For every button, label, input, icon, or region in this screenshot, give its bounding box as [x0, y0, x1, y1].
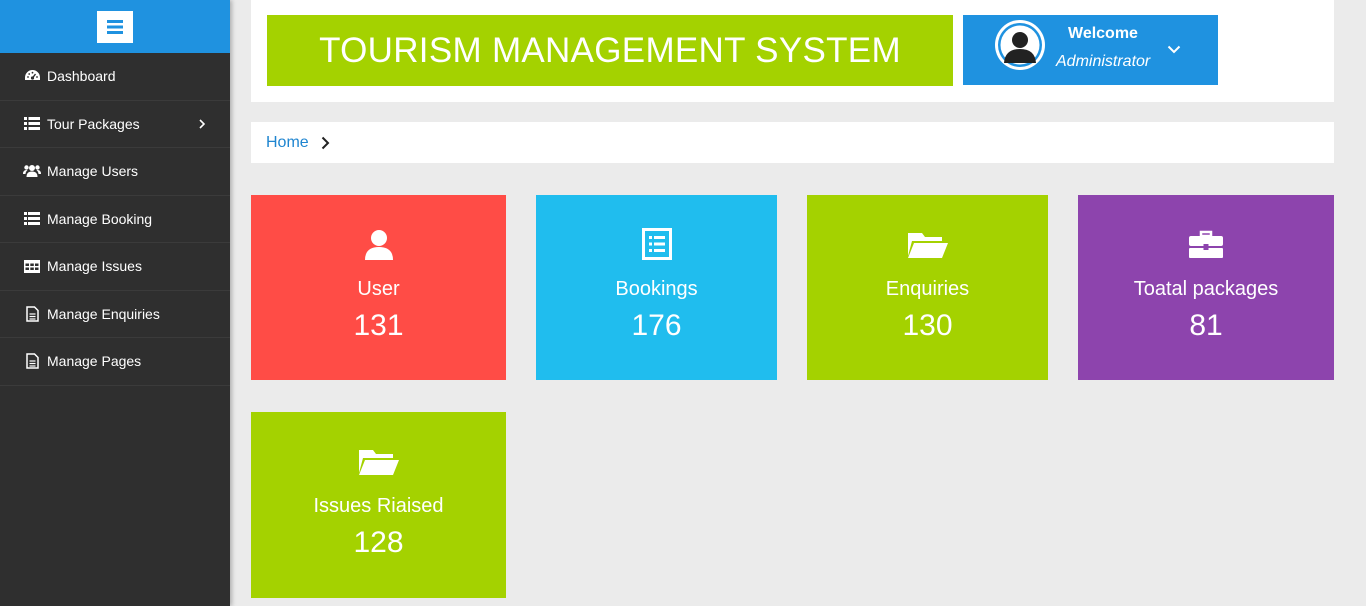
stat-value: 81: [1189, 309, 1223, 342]
sidebar-header: [0, 0, 230, 53]
list-alt-icon: [641, 226, 672, 262]
folder-open-icon: [907, 226, 948, 262]
stat-value: 130: [902, 309, 953, 342]
stat-label: Enquiries: [885, 278, 970, 300]
stat-value: 128: [353, 526, 404, 559]
sidebar-item-label: Manage Booking: [47, 210, 153, 227]
hamburger-icon: [107, 19, 123, 34]
sidebar-item-label: Tour Packages: [47, 115, 140, 132]
stat-card-user[interactable]: User 131: [251, 195, 506, 380]
app-title: TOURISM MANAGEMENT SYSTEM: [267, 15, 953, 86]
stat-card-total-packages[interactable]: Toatal packages 81: [1078, 195, 1334, 380]
chevron-down-icon[interactable]: [1167, 41, 1181, 59]
file-icon: [23, 352, 41, 370]
breadcrumb: Home: [251, 122, 1334, 163]
stat-card-issues-raised[interactable]: Issues Riaised 128: [251, 412, 506, 598]
chevron-right-icon: [321, 136, 330, 150]
sidebar-item-dashboard[interactable]: Dashboard: [0, 53, 230, 101]
file-icon: [23, 305, 41, 323]
sidebar-item-label: Manage Pages: [47, 353, 142, 370]
sidebar-item-tour-packages[interactable]: Tour Packages: [0, 101, 230, 148]
users-icon: [23, 162, 41, 180]
sidebar-item-manage-booking[interactable]: Manage Booking: [0, 196, 230, 243]
avatar: [995, 20, 1045, 70]
dashboard-icon: [23, 67, 41, 85]
sidebar: Dashboard Tour Packages Manage Users Man…: [0, 0, 230, 606]
table-icon: [23, 257, 41, 275]
stat-card-enquiries[interactable]: Enquiries 130: [807, 195, 1048, 380]
folder-open-icon: [358, 443, 399, 479]
welcome-text: Welcome: [1068, 25, 1138, 42]
sidebar-item-label: Manage Issues: [47, 258, 142, 275]
stat-label: Toatal packages: [1133, 278, 1279, 300]
sidebar-item-label: Manage Enquiries: [47, 305, 160, 322]
stat-label: Issues Riaised: [313, 495, 444, 517]
briefcase-icon: [1189, 226, 1223, 262]
sidebar-item-label: Manage Users: [47, 163, 139, 180]
stat-card-bookings[interactable]: Bookings 176: [536, 195, 777, 380]
sidebar-item-manage-issues[interactable]: Manage Issues: [0, 243, 230, 291]
stat-value: 131: [353, 309, 404, 342]
stat-value: 176: [631, 309, 682, 342]
sidebar-item-label: Dashboard: [47, 68, 116, 85]
top-header: TOURISM MANAGEMENT SYSTEM Welcome Admini…: [251, 0, 1334, 102]
user-icon: [363, 226, 395, 262]
sidebar-item-manage-pages[interactable]: Manage Pages: [0, 338, 230, 386]
sidebar-nav: Dashboard Tour Packages Manage Users Man…: [0, 53, 230, 386]
user-role: Administrator: [1056, 53, 1151, 70]
sidebar-item-manage-enquiries[interactable]: Manage Enquiries: [0, 291, 230, 338]
stat-label: Bookings: [615, 278, 698, 300]
user-menu[interactable]: Welcome Administrator: [963, 15, 1218, 85]
chevron-right-icon: [199, 116, 206, 132]
breadcrumb-home-link[interactable]: Home: [266, 134, 309, 152]
menu-toggle-button[interactable]: [97, 10, 133, 43]
list-icon: [23, 115, 41, 133]
sidebar-item-manage-users[interactable]: Manage Users: [0, 148, 230, 196]
stat-label: User: [357, 278, 400, 300]
list-alt-icon: [23, 210, 41, 228]
